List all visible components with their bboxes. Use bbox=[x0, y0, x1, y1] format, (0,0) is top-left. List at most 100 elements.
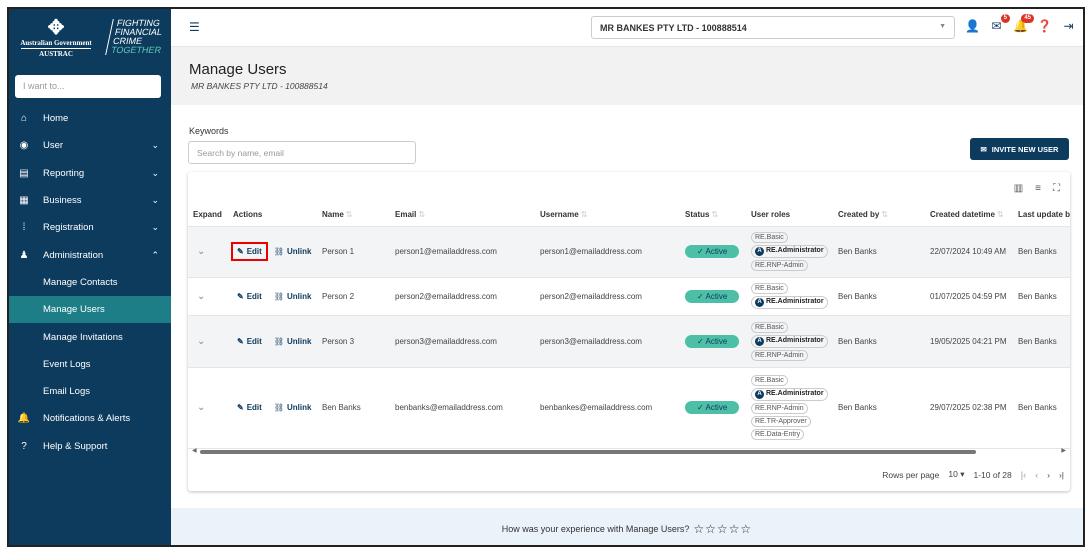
pencil-icon: ✎ bbox=[237, 247, 244, 256]
feedback-question: How was your experience with Manage User… bbox=[501, 523, 690, 534]
expand-chevron-icon[interactable]: ⌄ bbox=[193, 336, 205, 347]
sidebar-item-business[interactable]: ▦ Business ⌄ bbox=[9, 187, 171, 214]
chevron-down-icon: ⌄ bbox=[151, 140, 159, 151]
column-header[interactable]: Status ⇅ bbox=[680, 204, 746, 227]
sidebar-item-label: Registration bbox=[43, 222, 94, 234]
role-chip: RE.RNP-Admin bbox=[751, 260, 808, 271]
entity-select[interactable]: MR BANKES PTY LTD - 100888514 ▼ bbox=[591, 16, 955, 39]
sort-icon[interactable]: ⇅ bbox=[997, 210, 1004, 219]
sidebar-item-registration[interactable]: ⁞ Registration ⌄ bbox=[9, 214, 171, 241]
table-cell: 01/07/2025 04:59 PM bbox=[925, 277, 1013, 316]
star-rating[interactable]: ☆☆☆☆☆ bbox=[693, 522, 752, 536]
column-header[interactable]: Last update by bbox=[1013, 204, 1070, 227]
unlink-button[interactable]: ⛓ Unlink bbox=[270, 244, 316, 259]
scrollbar-thumb[interactable] bbox=[200, 450, 976, 454]
role-chip: A RE.Administrator bbox=[751, 334, 828, 348]
table-cell: person2@emailaddress.com bbox=[535, 277, 680, 316]
cell-email: benbanks@emailaddress.com bbox=[395, 403, 503, 412]
sidebar-item-label: Home bbox=[43, 113, 69, 125]
sort-icon[interactable]: ⇅ bbox=[881, 210, 888, 219]
unlink-button[interactable]: ⛓ Unlink bbox=[270, 289, 316, 304]
help-icon[interactable]: ❓ bbox=[1037, 19, 1052, 33]
edit-button[interactable]: ✎ Edit bbox=[233, 289, 266, 304]
notif-badge: 45 bbox=[1021, 14, 1034, 23]
edit-label: Edit bbox=[246, 403, 262, 412]
profile-icon[interactable]: 👤 bbox=[965, 19, 980, 33]
notification-bell-icon[interactable]: 🔔 45 bbox=[1013, 14, 1034, 33]
cell-username: person3@emailaddress.com bbox=[540, 336, 642, 346]
logout-icon[interactable]: ⇥ bbox=[1061, 19, 1076, 33]
density-icon[interactable]: ≡ bbox=[1035, 183, 1041, 194]
user-roles: RE.Basic A RE.Administrator RE.RNP-Admin bbox=[751, 229, 833, 274]
column-header[interactable]: Email ⇅ bbox=[390, 204, 535, 227]
edit-button[interactable]: ✎ Edit bbox=[233, 400, 266, 415]
sort-icon[interactable]: ⇅ bbox=[711, 210, 718, 219]
cell-updated-by: Ben Banks bbox=[1018, 247, 1057, 256]
admin-badge-icon: A bbox=[755, 336, 764, 346]
first-page-icon[interactable]: |‹ bbox=[1021, 470, 1026, 480]
sidebar-item-user[interactable]: ◉ User ⌄ bbox=[9, 132, 171, 159]
cell-created: 22/07/2024 10:49 AM bbox=[930, 247, 1007, 256]
austrac-crest-logo: ✥ Australian Government AUSTRAC bbox=[17, 17, 95, 58]
column-header[interactable]: Created by ⇅ bbox=[833, 204, 925, 227]
column-header[interactable]: Username ⇅ bbox=[535, 204, 680, 227]
sidebar-item-event-logs[interactable]: Event Logs bbox=[9, 351, 171, 378]
edit-button[interactable]: ✎ Edit bbox=[231, 242, 268, 261]
role-chip: RE.Basic bbox=[751, 321, 788, 333]
sidebar-item-notifications-alerts[interactable]: 🔔 Notifications & Alerts bbox=[9, 405, 171, 432]
sort-icon[interactable]: ⇅ bbox=[418, 210, 425, 219]
edit-label: Edit bbox=[246, 291, 262, 301]
pencil-icon: ✎ bbox=[237, 403, 244, 412]
table-cell: person1@emailaddress.com bbox=[390, 226, 535, 278]
sort-icon[interactable]: ⇅ bbox=[581, 210, 588, 219]
rows-per-page-select[interactable]: 10 ▾ bbox=[948, 469, 964, 480]
expand-chevron-icon[interactable]: ⌄ bbox=[193, 291, 205, 302]
table-cell: Ben Banks bbox=[1013, 367, 1070, 449]
last-page-icon[interactable]: ›| bbox=[1059, 470, 1064, 480]
collapse-menu-icon[interactable]: ☰ bbox=[189, 20, 200, 34]
sidebar-item-manage-users[interactable]: Manage Users bbox=[9, 296, 171, 324]
columns-icon[interactable]: ▥ bbox=[1014, 183, 1023, 194]
chevron-down-icon: ⌄ bbox=[151, 195, 159, 206]
logo[interactable]: ✥ Australian Government AUSTRAC FIGHTING… bbox=[9, 9, 171, 75]
sidebar-item-administration[interactable]: ♟ Administration ⌃ bbox=[9, 241, 171, 268]
prev-page-icon[interactable]: ‹ bbox=[1035, 470, 1038, 480]
column-header[interactable]: Expand bbox=[188, 204, 228, 227]
column-header-label: Created by bbox=[838, 210, 880, 220]
expand-chevron-icon[interactable]: ⌄ bbox=[193, 402, 205, 413]
table-cell: Ben Banks bbox=[833, 315, 925, 368]
column-header[interactable]: Actions bbox=[228, 204, 317, 227]
role-label: RE.Data-Entry bbox=[755, 431, 801, 438]
sort-icon[interactable]: ⇅ bbox=[346, 210, 353, 219]
expand-chevron-icon[interactable]: ⌄ bbox=[193, 246, 205, 257]
unlink-button[interactable]: ⛓ Unlink bbox=[270, 334, 316, 349]
horizontal-scrollbar[interactable]: ◀ ▶ bbox=[192, 448, 1066, 456]
invite-new-user-button[interactable]: ✉ INVITE NEW USER bbox=[970, 138, 1069, 160]
keywords-search-input[interactable]: Search by name, email bbox=[188, 141, 416, 164]
table-row: ⌄ ✎ Edit ⛓ Unlink Person 3 person3@emailaddres… bbox=[188, 315, 1070, 368]
sidebar-item-home[interactable]: ⌂ Home bbox=[9, 105, 171, 132]
column-header-label: Created datetime bbox=[930, 210, 995, 220]
next-page-icon[interactable]: › bbox=[1047, 470, 1050, 480]
table-row: ⌄ ✎ Edit ⛓ Unlink Person 1 person1@emailaddres… bbox=[188, 226, 1070, 278]
unlink-button[interactable]: ⛓ Unlink bbox=[270, 400, 316, 415]
role-chip: RE.Basic bbox=[751, 283, 788, 294]
sidebar-item-label: Manage Contacts bbox=[43, 276, 118, 288]
sidebar-item-reporting[interactable]: ▤ Reporting ⌄ bbox=[9, 160, 171, 187]
sidebar-item-email-logs[interactable]: Email Logs bbox=[9, 378, 171, 405]
cell-username: person2@emailaddress.com bbox=[540, 291, 642, 301]
column-header[interactable]: User roles bbox=[746, 204, 833, 227]
column-header[interactable]: Created datetime ⇅ bbox=[925, 204, 1013, 227]
cell-username: person1@emailaddress.com bbox=[540, 247, 642, 256]
column-header[interactable]: Name ⇅ bbox=[317, 204, 390, 227]
i-want-to-search[interactable]: I want to... bbox=[15, 75, 161, 98]
sidebar-item-help-support[interactable]: ? Help & Support bbox=[9, 433, 171, 460]
mail-icon[interactable]: ✉ 5 bbox=[989, 14, 1010, 33]
sidebar-item-manage-invitations[interactable]: Manage Invitations bbox=[9, 323, 171, 350]
edit-button[interactable]: ✎ Edit bbox=[233, 334, 266, 349]
user-roles: RE.Basic A RE.Administrator RE.RNP-Admin bbox=[751, 319, 833, 364]
sidebar-item-manage-contacts[interactable]: Manage Contacts bbox=[9, 269, 171, 296]
role-chip: RE.RNP-Admin bbox=[751, 349, 808, 361]
fullscreen-icon[interactable]: ⛶ bbox=[1053, 183, 1060, 194]
table-cell: benbanks@emailaddress.com bbox=[390, 367, 535, 449]
